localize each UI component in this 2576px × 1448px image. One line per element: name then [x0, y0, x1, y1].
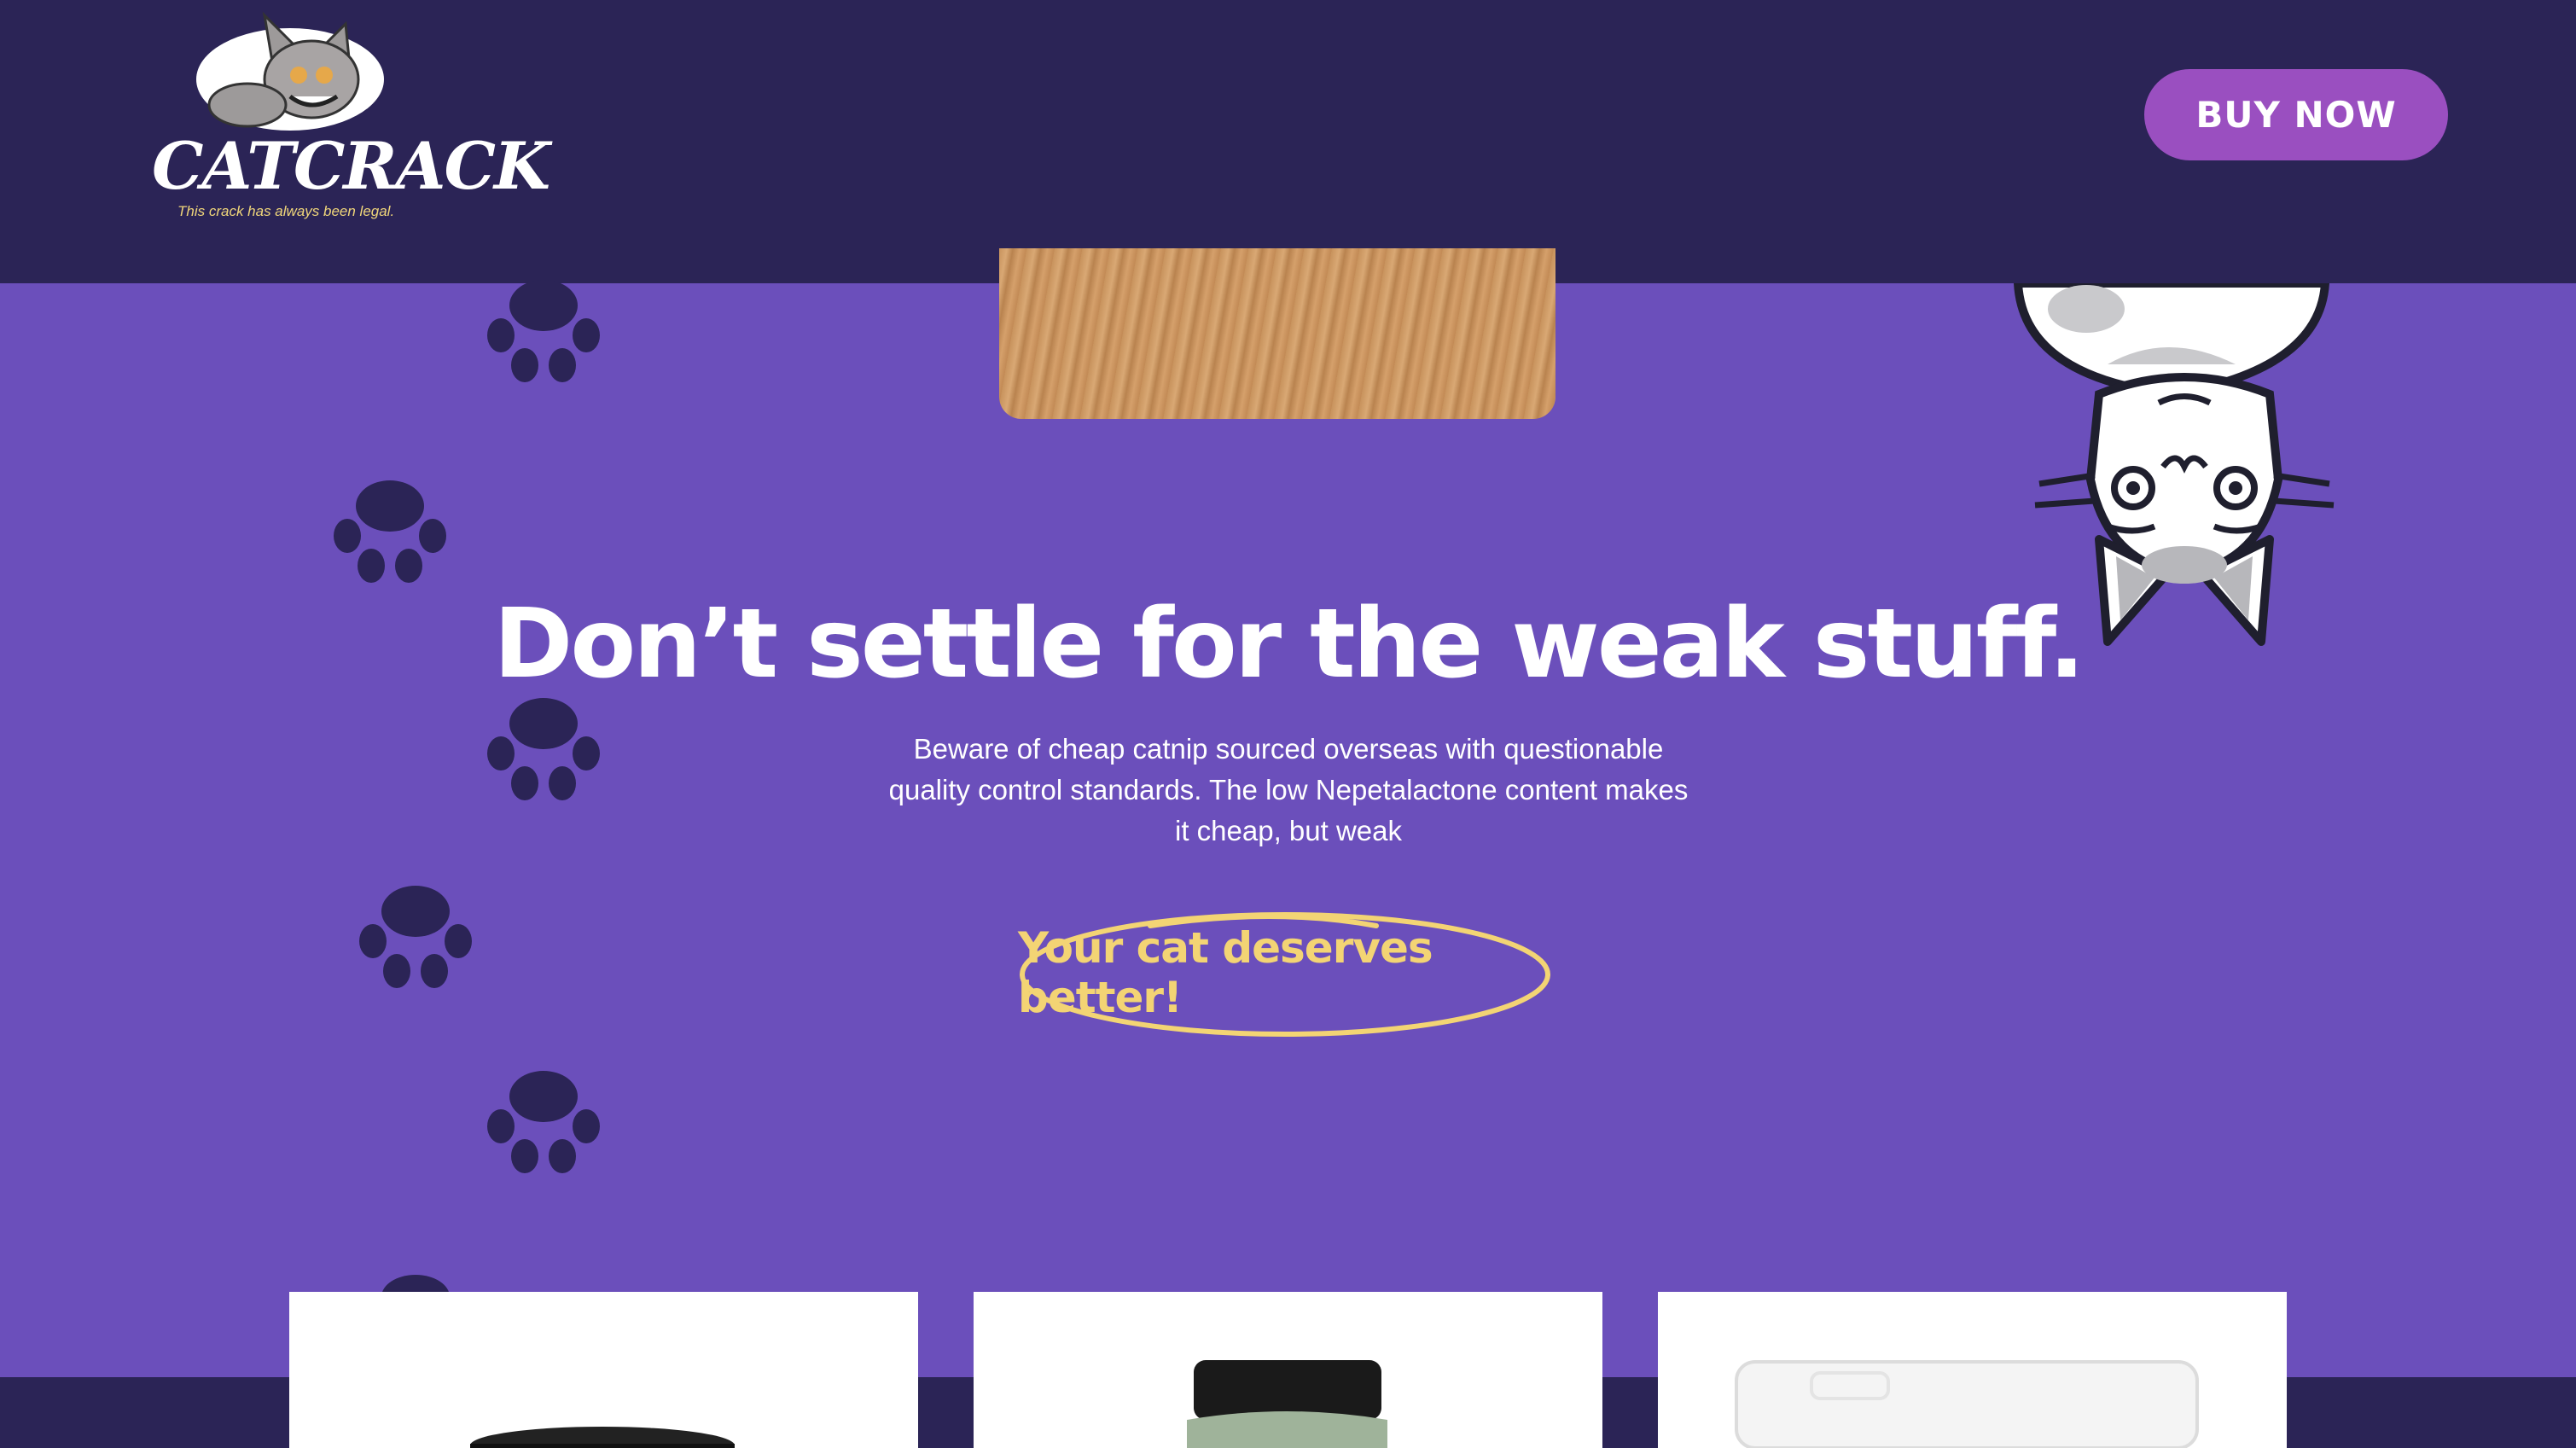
site-header: CATCRACK This crack has always been lega… [0, 0, 2576, 283]
logo-wordmark[interactable]: CATCRACK [152, 128, 550, 204]
product-tub-icon [1735, 1360, 2199, 1448]
paw-print-icon [487, 698, 600, 800]
paw-print-icon [334, 480, 446, 583]
paw-print-icon [359, 886, 472, 988]
product-card-2[interactable] [974, 1292, 1602, 1448]
wood-floor-image [999, 248, 1555, 419]
buy-now-button[interactable]: BUY NOW [2144, 69, 2448, 160]
product-card-1[interactable] [289, 1292, 918, 1448]
product-jar-icon [470, 1427, 735, 1448]
logo-tagline: This crack has always been legal. [177, 203, 395, 219]
hero-body-text: Beware of cheap catnip sourced overseas … [888, 733, 1689, 846]
paw-print-icon [487, 1071, 600, 1173]
cta-badge: Your cat deserves better! [1018, 909, 1552, 1037]
paw-print-icon [487, 280, 600, 382]
cta-label: Your cat deserves better! [1018, 923, 1433, 1022]
product-bottle-icon [1187, 1360, 1387, 1448]
hero-headline: Don’t settle for the weak stuff. [493, 589, 2085, 700]
product-card-3[interactable] [1658, 1292, 2287, 1448]
